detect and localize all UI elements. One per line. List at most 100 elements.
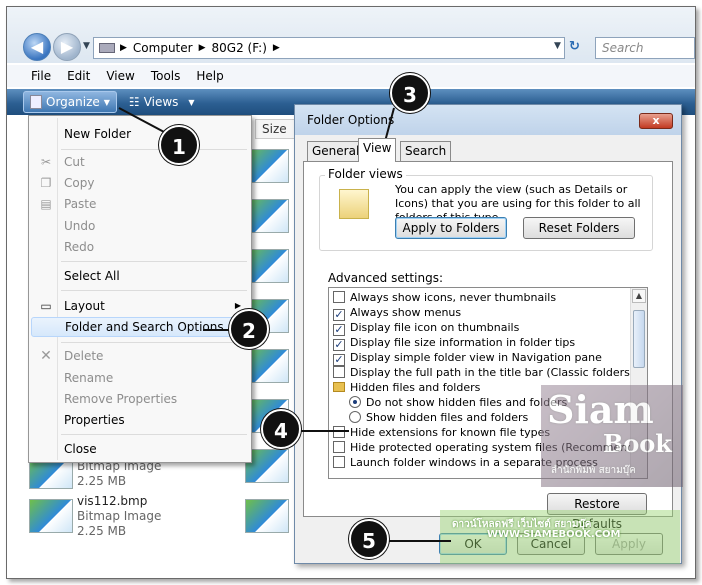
- organize-icon: [30, 95, 42, 109]
- menu-item-remove-properties[interactable]: Remove Properties: [31, 389, 249, 409]
- file-size: 2.25 MB: [77, 524, 127, 538]
- menu-tools[interactable]: Tools: [143, 69, 189, 83]
- setting-hide-extensions[interactable]: Hide extensions for known file types: [333, 425, 550, 440]
- callout-1: 1: [159, 125, 199, 165]
- menu-item-delete[interactable]: ✕ Delete: [31, 346, 249, 366]
- checkbox[interactable]: [333, 366, 345, 378]
- siambook-watermark: Siam Book สำนักพิมพ์ สยามบุ๊ค: [541, 385, 683, 487]
- radio[interactable]: [349, 411, 361, 423]
- views-label: Views: [143, 95, 179, 109]
- setting-show-hidden[interactable]: Show hidden files and folders: [349, 410, 528, 425]
- file-thumbnail[interactable]: [245, 499, 289, 533]
- setting-always-show-menus[interactable]: ✓ Always show menus: [333, 305, 461, 321]
- organize-button[interactable]: Organize ▼: [23, 91, 117, 113]
- apply-to-folders-button[interactable]: Apply to Folders: [395, 217, 507, 239]
- address-field[interactable]: ▶ Computer ▶ 80G2 (F:) ▶: [93, 37, 565, 59]
- scroll-up-icon[interactable]: ▲: [632, 289, 646, 303]
- path-computer[interactable]: Computer: [133, 41, 193, 55]
- reset-folders-button[interactable]: Reset Folders: [523, 217, 635, 239]
- folder-view-icon: [339, 189, 369, 219]
- menu-item-new-folder[interactable]: New Folder: [31, 124, 249, 144]
- menu-item-properties[interactable]: Properties: [31, 410, 249, 430]
- radio-selected[interactable]: [349, 396, 361, 408]
- checkbox[interactable]: [333, 441, 345, 453]
- menu-view[interactable]: View: [98, 69, 142, 83]
- watermark-thai: สำนักพิมพ์ สยามบุ๊ค: [551, 465, 636, 476]
- checkbox[interactable]: [333, 456, 345, 468]
- menu-item-copy[interactable]: ❐ Copy: [31, 173, 249, 193]
- menu-separator: [61, 342, 247, 343]
- screenshot-frame: ◀ ▶ ▼ ▶ Computer ▶ 80G2 (F:) ▶ ▼ ↻ Searc…: [6, 6, 696, 579]
- forward-button[interactable]: ▶: [53, 33, 81, 61]
- setting-simple-folder-view[interactable]: ✓ Display simple folder view in Navigatio…: [333, 350, 602, 366]
- menu-help[interactable]: Help: [188, 69, 231, 83]
- scissors-icon: ✂: [40, 155, 52, 169]
- menu-item-paste[interactable]: ▤ Paste: [31, 194, 249, 214]
- callout-3: 3: [390, 73, 430, 113]
- setting-hidden-files-group: Hidden files and folders: [333, 380, 480, 395]
- menu-item-layout[interactable]: ▭ Layout ▶: [31, 296, 249, 316]
- menu-item-select-all[interactable]: Select All: [31, 266, 249, 286]
- callout-line: [203, 329, 231, 331]
- setting-always-show-icons[interactable]: Always show icons, never thumbnails: [333, 290, 556, 305]
- copy-icon: ❐: [40, 176, 52, 190]
- watermark-line2: Book: [603, 429, 672, 458]
- file-name[interactable]: vis112.bmp: [77, 494, 147, 508]
- scroll-thumb[interactable]: [633, 310, 645, 368]
- column-header-size[interactable]: Size: [255, 119, 295, 139]
- folder-options-dialog: Folder Options x General View Search Fol…: [294, 104, 682, 564]
- folder-views-heading: Folder views: [325, 167, 406, 181]
- callout-line: [389, 540, 451, 542]
- callout-line: [299, 430, 349, 432]
- setting-file-size-tips[interactable]: ✓ Display file size information in folder…: [333, 335, 575, 351]
- menu-file[interactable]: File: [7, 69, 59, 83]
- checkbox[interactable]: [333, 426, 345, 438]
- checkbox[interactable]: [333, 291, 345, 303]
- menu-edit[interactable]: Edit: [59, 69, 98, 83]
- chevron-down-icon: ▼: [188, 97, 195, 107]
- menu-item-undo[interactable]: Undo: [31, 216, 249, 236]
- callout-4: 4: [261, 409, 301, 449]
- organize-label: Organize: [46, 95, 100, 109]
- menu-separator: [61, 149, 247, 150]
- menu-bar: File Edit View Tools Help: [7, 65, 695, 87]
- setting-file-icon-thumbnails[interactable]: ✓ Display file icon on thumbnails: [333, 320, 519, 336]
- advanced-settings-label: Advanced settings:: [328, 271, 443, 285]
- drive-icon: [99, 43, 115, 53]
- setting-do-not-show-hidden[interactable]: Do not show hidden files and folders: [349, 395, 567, 410]
- tab-search[interactable]: Search: [400, 141, 452, 161]
- layout-icon: ▭: [40, 299, 52, 313]
- menu-item-close[interactable]: Close: [31, 439, 249, 459]
- organize-menu: New Folder ✂ Cut ❐ Copy ▤ Paste Undo Redo S…: [28, 115, 252, 463]
- watermark-line1: Siam: [547, 387, 654, 432]
- file-thumbnail[interactable]: [29, 499, 73, 533]
- menu-item-folder-search-options[interactable]: Folder and Search Options: [31, 317, 249, 337]
- callout-2: 2: [229, 309, 269, 349]
- search-input[interactable]: Search: [595, 37, 695, 59]
- views-button[interactable]: ☷ Views ▼: [123, 92, 201, 112]
- chevron-right-icon: ▶: [272, 43, 280, 53]
- views-icon: ☷: [128, 95, 140, 109]
- menu-separator: [61, 434, 247, 435]
- dialog-title: Folder Options: [295, 105, 681, 135]
- back-button[interactable]: ◀: [23, 33, 51, 61]
- close-button[interactable]: x: [639, 113, 673, 129]
- chevron-down-icon[interactable]: ▼: [554, 41, 561, 51]
- menu-item-redo[interactable]: Redo: [31, 237, 249, 257]
- chevron-right-icon: ▶: [120, 43, 127, 53]
- tab-general[interactable]: General: [307, 141, 365, 161]
- setting-full-path-title[interactable]: Display the full path in the title bar (…: [333, 365, 647, 380]
- recent-pages-icon[interactable]: ▼: [83, 41, 90, 51]
- address-bar-area: ◀ ▶ ▼ ▶ Computer ▶ 80G2 (F:) ▶ ▼ ↻ Searc…: [7, 7, 695, 63]
- menu-separator: [61, 261, 247, 262]
- menu-item-rename[interactable]: Rename: [31, 368, 249, 388]
- refresh-icon[interactable]: ↻: [569, 39, 580, 54]
- path-drive[interactable]: 80G2 (F:): [212, 41, 267, 55]
- folder-icon: [333, 382, 345, 392]
- tab-view[interactable]: View: [358, 138, 397, 162]
- chevron-right-icon: ▶: [198, 43, 206, 53]
- menu-separator: [61, 290, 247, 291]
- menu-item-cut[interactable]: ✂ Cut: [31, 152, 249, 172]
- delete-icon: ✕: [40, 348, 52, 364]
- callout-5: 5: [349, 519, 389, 559]
